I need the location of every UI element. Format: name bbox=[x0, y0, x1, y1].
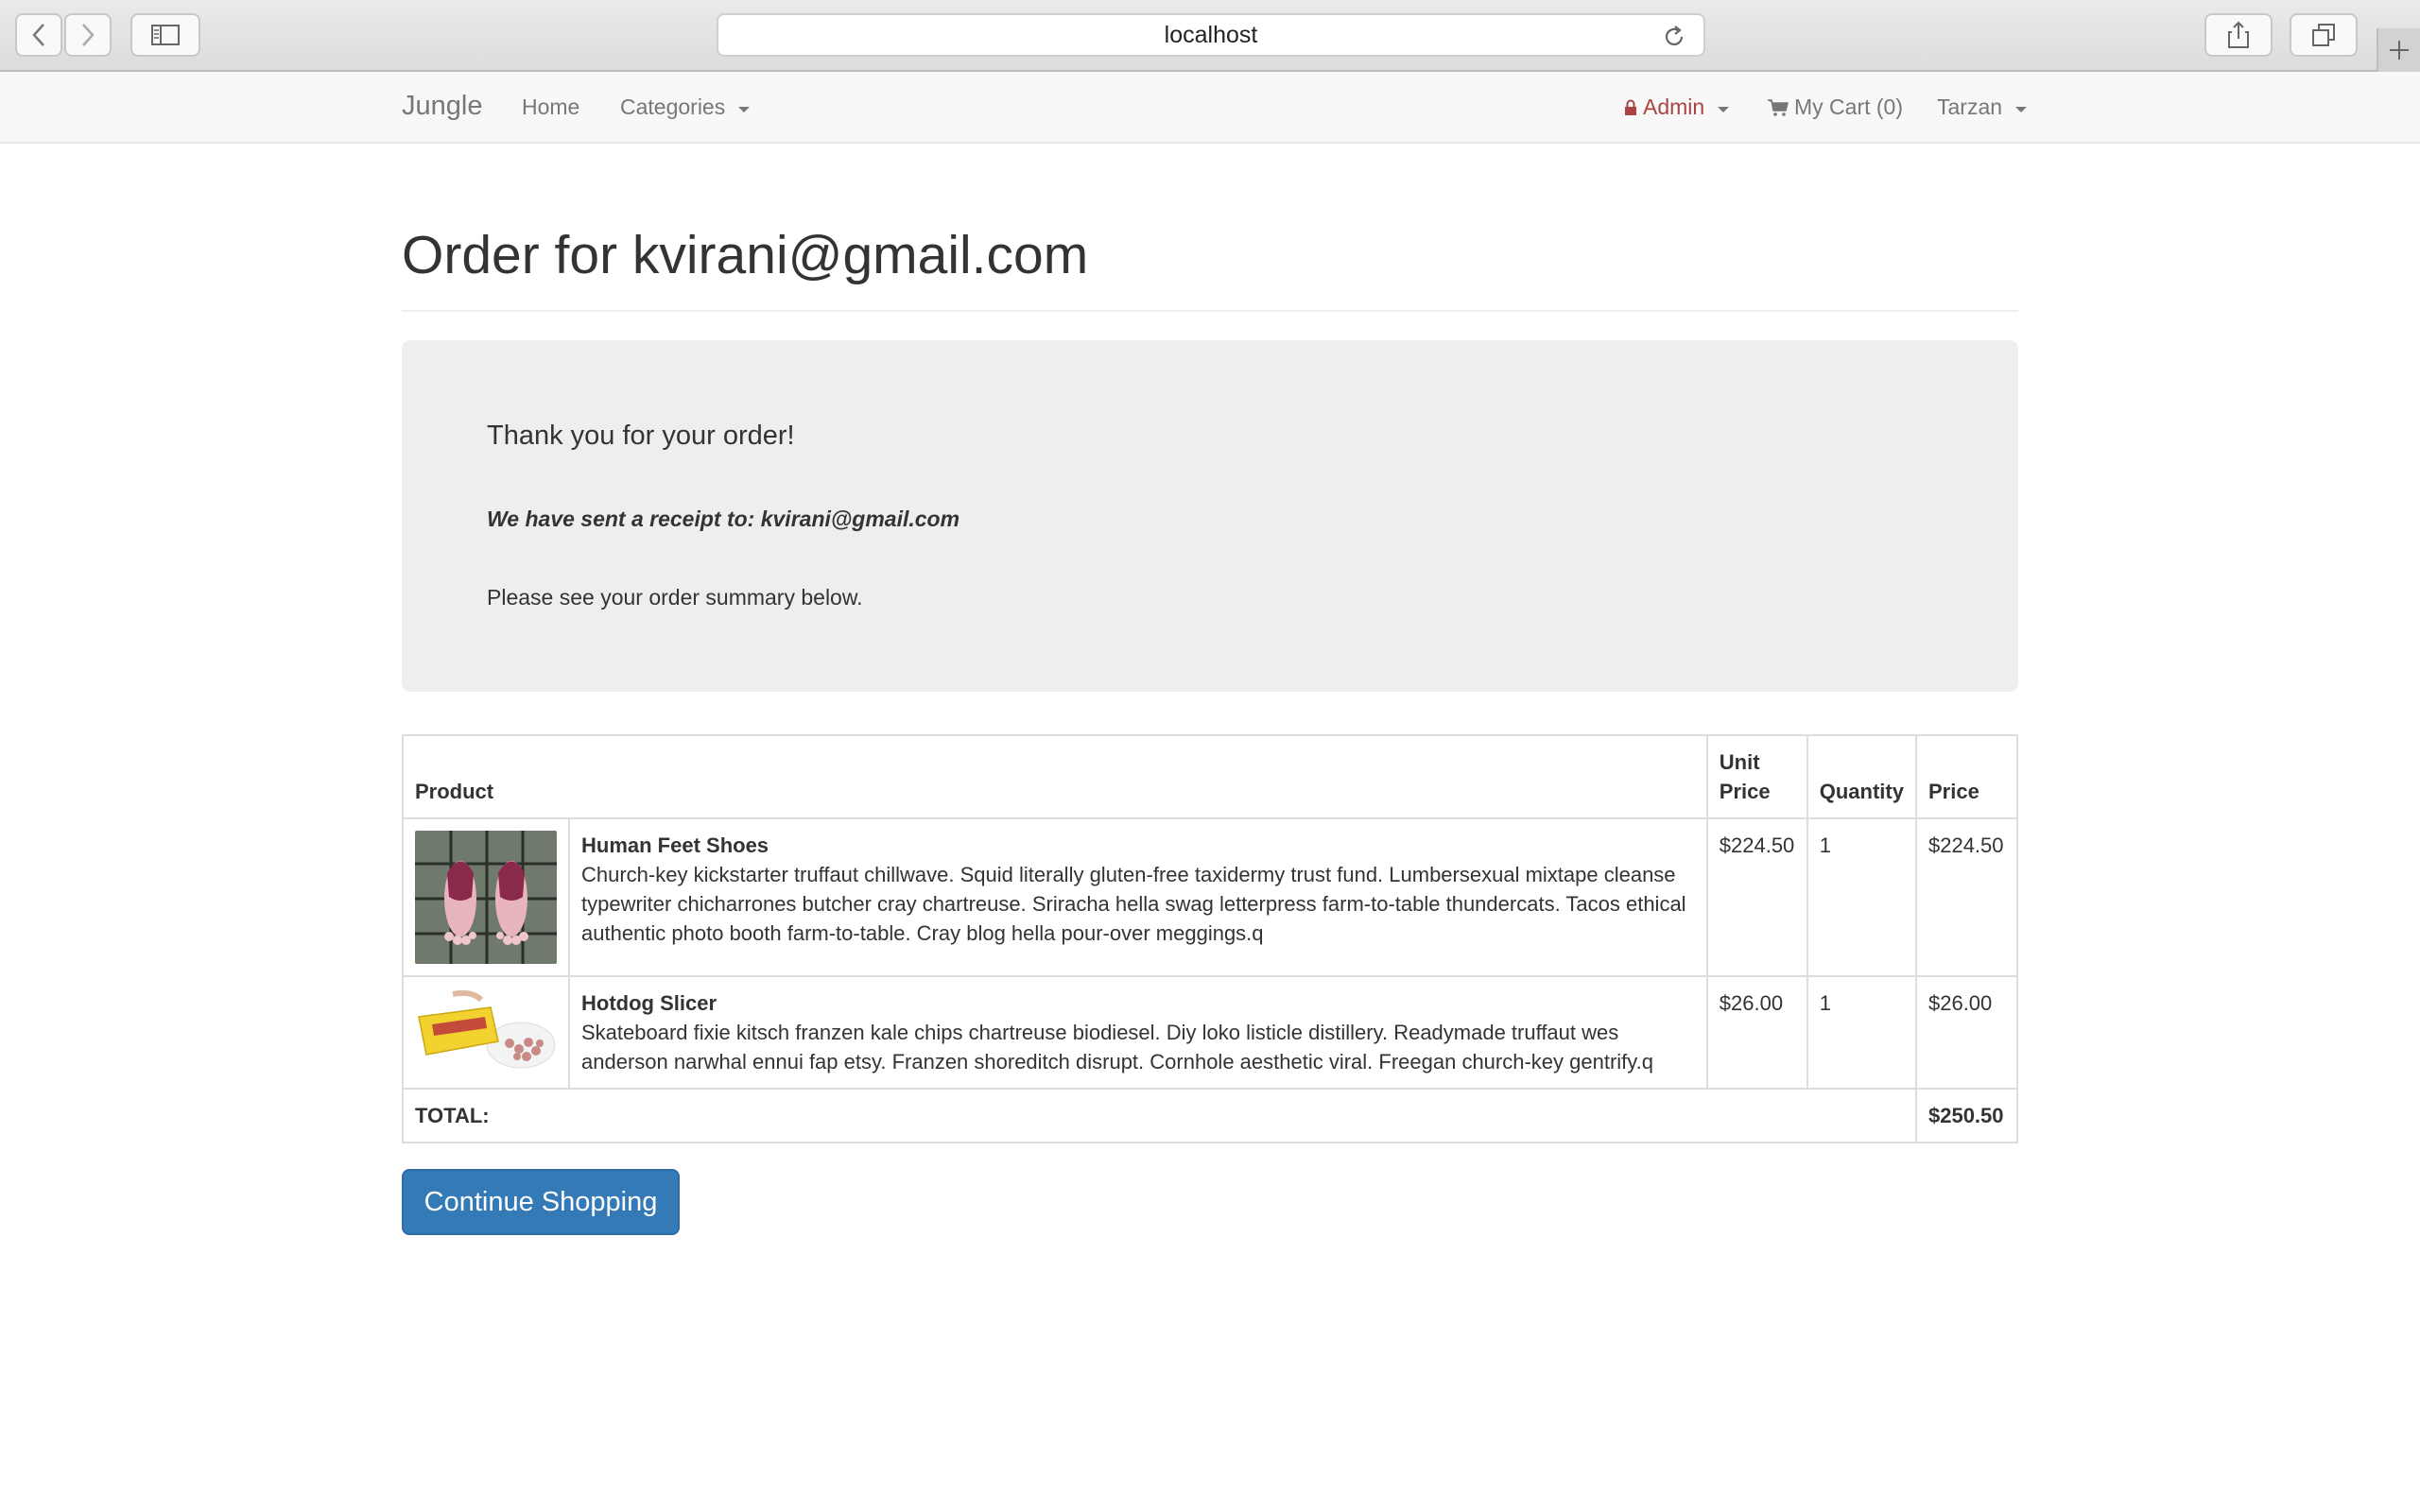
page-title: Order for kvirani@gmail.com bbox=[402, 225, 1089, 285]
table-row: Hotdog Slicer Skateboard fixie kitsch fr… bbox=[402, 975, 2019, 1090]
hotdog-slicer-image[interactable] bbox=[415, 988, 557, 1072]
admin-dropdown[interactable]: Admin bbox=[1624, 94, 1730, 120]
product-info-cell: Human Feet Shoes Church-key kickstarter … bbox=[568, 817, 1708, 977]
url-text: localhost bbox=[1164, 21, 1258, 48]
summary-message: Please see your order summary below. bbox=[487, 585, 863, 610]
cart-link[interactable]: My Cart (0) bbox=[1768, 94, 1903, 120]
cart-icon bbox=[1768, 98, 1789, 116]
order-confirmation-panel: Thank you for your order! We have sent a… bbox=[402, 340, 2018, 692]
table-row: Human Feet Shoes Church-key kickstarter … bbox=[402, 817, 2019, 977]
header-unit-price: Unit Price bbox=[1705, 734, 1808, 819]
product-image-cell bbox=[402, 975, 570, 1090]
quantity-cell: 1 bbox=[1806, 817, 1917, 977]
caret-down-icon bbox=[2015, 106, 2028, 112]
product-name[interactable]: Human Feet Shoes bbox=[581, 831, 1695, 860]
header-quantity: Quantity bbox=[1806, 734, 1917, 819]
human-feet-shoes-image[interactable] bbox=[415, 831, 557, 964]
page-header: Order for kvirani@gmail.com bbox=[402, 223, 2018, 312]
plus-icon bbox=[2390, 41, 2409, 60]
total-label: TOTAL: bbox=[402, 1088, 1917, 1143]
chevron-left-icon bbox=[32, 24, 44, 46]
nav-home-link[interactable]: Home bbox=[522, 94, 579, 120]
brand-link[interactable]: Jungle bbox=[402, 91, 482, 122]
unit-price-cell: $26.00 bbox=[1705, 975, 1808, 1090]
categories-dropdown[interactable]: Categories bbox=[620, 94, 751, 120]
product-info-cell: Hotdog Slicer Skateboard fixie kitsch fr… bbox=[568, 975, 1708, 1090]
header-price: Price bbox=[1914, 734, 2019, 819]
total-value: $250.50 bbox=[1914, 1088, 2019, 1143]
product-description: Church-key kickstarter truffaut chillwav… bbox=[581, 863, 1686, 945]
total-row: TOTAL: $250.50 bbox=[402, 1088, 2019, 1143]
sidebar-icon bbox=[151, 25, 180, 45]
header-product: Product bbox=[402, 734, 1708, 819]
unit-price-cell: $224.50 bbox=[1705, 817, 1808, 977]
lock-icon bbox=[1625, 99, 1636, 115]
address-bar[interactable]: localhost bbox=[717, 13, 1705, 57]
nav-home-label: Home bbox=[522, 94, 580, 119]
chevron-right-icon bbox=[82, 24, 95, 46]
price-cell: $224.50 bbox=[1914, 817, 2019, 977]
receipt-message: We have sent a receipt to: kvirani@gmail… bbox=[487, 507, 960, 531]
product-image-cell bbox=[402, 817, 570, 977]
tabs-icon bbox=[2312, 24, 2335, 46]
admin-label: Admin bbox=[1643, 94, 1705, 119]
forward-button[interactable] bbox=[64, 13, 112, 57]
categories-label: Categories bbox=[620, 94, 726, 119]
new-tab-button[interactable] bbox=[2377, 28, 2420, 72]
quantity-cell: 1 bbox=[1806, 975, 1917, 1090]
table-header-row: Product Unit Price Quantity Price bbox=[402, 734, 2019, 819]
caret-down-icon bbox=[738, 106, 751, 112]
user-label: Tarzan bbox=[1937, 94, 2003, 119]
product-description: Skateboard fixie kitsch franzen kale chi… bbox=[581, 1021, 1654, 1074]
cart-label: My Cart (0) bbox=[1794, 94, 1903, 119]
order-table: Product Unit Price Quantity Price Human … bbox=[402, 734, 2019, 1143]
caret-down-icon bbox=[1718, 106, 1730, 112]
price-cell: $26.00 bbox=[1914, 975, 2019, 1090]
continue-shopping-button[interactable]: Continue Shopping bbox=[402, 1169, 680, 1235]
user-dropdown[interactable]: Tarzan bbox=[1937, 94, 2028, 120]
reload-icon[interactable] bbox=[1662, 25, 1686, 56]
back-button[interactable] bbox=[15, 13, 62, 57]
browser-toolbar: localhost bbox=[0, 0, 2420, 72]
navbar: Jungle Home Categories Admin My Cart (0)… bbox=[0, 72, 2420, 144]
share-icon bbox=[2228, 21, 2249, 48]
thanks-heading: Thank you for your order! bbox=[487, 421, 795, 451]
share-button[interactable] bbox=[2204, 13, 2273, 57]
product-name[interactable]: Hotdog Slicer bbox=[581, 988, 1695, 1018]
sidebar-button[interactable] bbox=[130, 13, 200, 57]
tabs-button[interactable] bbox=[2290, 13, 2358, 57]
